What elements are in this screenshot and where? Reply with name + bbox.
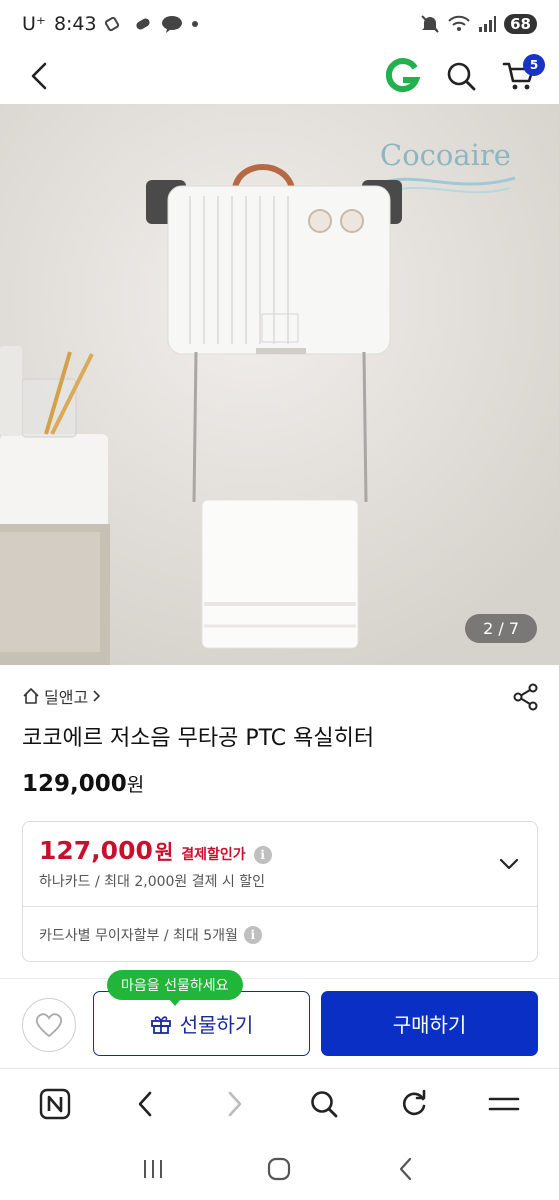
gift-button[interactable]: 선물하기 [93, 991, 310, 1056]
browser-menu-button[interactable] [482, 1082, 526, 1126]
talk-icon [161, 15, 183, 33]
browser-toolbar [0, 1068, 559, 1138]
pill-icon [133, 16, 153, 32]
back-icon [138, 1091, 152, 1116]
search-button[interactable] [439, 54, 483, 98]
system-back-button[interactable] [386, 1149, 426, 1189]
installment-row: 카드사별 무이자할부 / 최대 5개월 i [23, 907, 537, 963]
gift-button-label: 선물하기 [179, 1013, 254, 1037]
browser-forward-button[interactable] [213, 1082, 257, 1126]
system-navigation [0, 1138, 559, 1200]
search-icon [311, 1090, 338, 1117]
signal-icon [478, 16, 497, 32]
search-icon [447, 62, 476, 91]
browser-search-button[interactable] [302, 1082, 346, 1126]
brand-logo: Cocoaire [380, 138, 511, 172]
share-button[interactable] [511, 682, 541, 712]
naver-home-button[interactable] [33, 1082, 77, 1126]
product-image[interactable]: Cocoaire 2 / 7 [0, 104, 559, 665]
info-icon[interactable]: i [253, 846, 272, 864]
card-discount-box: 127,000 원 결제할인가 i 하나카드 / 최대 2,000원 결제 시 … [22, 821, 538, 962]
forward-icon [228, 1091, 241, 1116]
recent-apps-icon [144, 1160, 163, 1178]
naver-n-icon [39, 1088, 71, 1119]
image-counter: 2 / 7 [465, 614, 537, 643]
battery-indicator: 68 [504, 14, 537, 34]
buy-button[interactable]: 구매하기 [321, 991, 538, 1056]
menu-icon [488, 1097, 520, 1110]
dot-icon [191, 20, 199, 28]
share-icon [513, 683, 538, 711]
notification-icon [104, 16, 125, 32]
wifi-icon [448, 15, 470, 33]
home-icon [268, 1157, 291, 1181]
mute-icon [420, 14, 440, 34]
gift-tooltip: 마음을 선물하세요 [107, 970, 243, 1006]
info-icon[interactable]: i [243, 926, 262, 944]
gift-icon [150, 1015, 171, 1034]
carrier: U⁺ [22, 13, 46, 35]
home-button[interactable] [259, 1149, 299, 1189]
price-value: 129,000 [22, 771, 127, 797]
g-logo-icon [385, 58, 421, 92]
chevron-left-icon [31, 62, 47, 90]
cart-button[interactable]: 5 [497, 54, 545, 98]
recent-apps-button[interactable] [133, 1149, 173, 1189]
clock: 8:43 [53, 13, 97, 35]
refresh-icon [403, 1089, 426, 1115]
back-icon [399, 1157, 411, 1181]
browser-back-button[interactable] [123, 1082, 167, 1126]
divider [0, 978, 559, 979]
home-icon [23, 688, 39, 704]
product-illustration [0, 104, 559, 665]
gmarket-home-button[interactable] [381, 54, 425, 98]
installment-text: 카드사별 무이자할부 / 최대 5개월 [39, 928, 238, 944]
status-bar: U⁺ 8:43 68 [0, 0, 559, 48]
heart-icon [35, 1013, 63, 1038]
back-button[interactable] [18, 54, 62, 98]
chevron-down-icon[interactable] [497, 852, 521, 876]
wishlist-button[interactable] [22, 998, 76, 1052]
discount-detail: 하나카드 / 최대 2,000원 결제 시 할인 [39, 874, 266, 890]
product-title: 코코에르 저소음 무타공 PTC 욕실히터 [22, 726, 375, 751]
price-unit: 원 [126, 774, 145, 796]
browser-refresh-button[interactable] [392, 1082, 436, 1126]
product-price: 129,000원 [22, 770, 144, 797]
chevron-right-icon [93, 690, 101, 702]
store-link[interactable]: 딜앤고 [22, 684, 102, 708]
discount-price-label: 결제할인가 [181, 847, 246, 863]
discount-price-value: 127,000 [39, 836, 153, 865]
discount-price-unit: 원 [154, 840, 174, 864]
discount-price-row[interactable]: 127,000 원 결제할인가 i 하나카드 / 최대 2,000원 결제 시 … [23, 822, 537, 907]
top-navigation: 5 [0, 48, 559, 104]
store-name: 딜앤고 [44, 688, 89, 707]
cart-count-badge: 5 [523, 54, 545, 76]
